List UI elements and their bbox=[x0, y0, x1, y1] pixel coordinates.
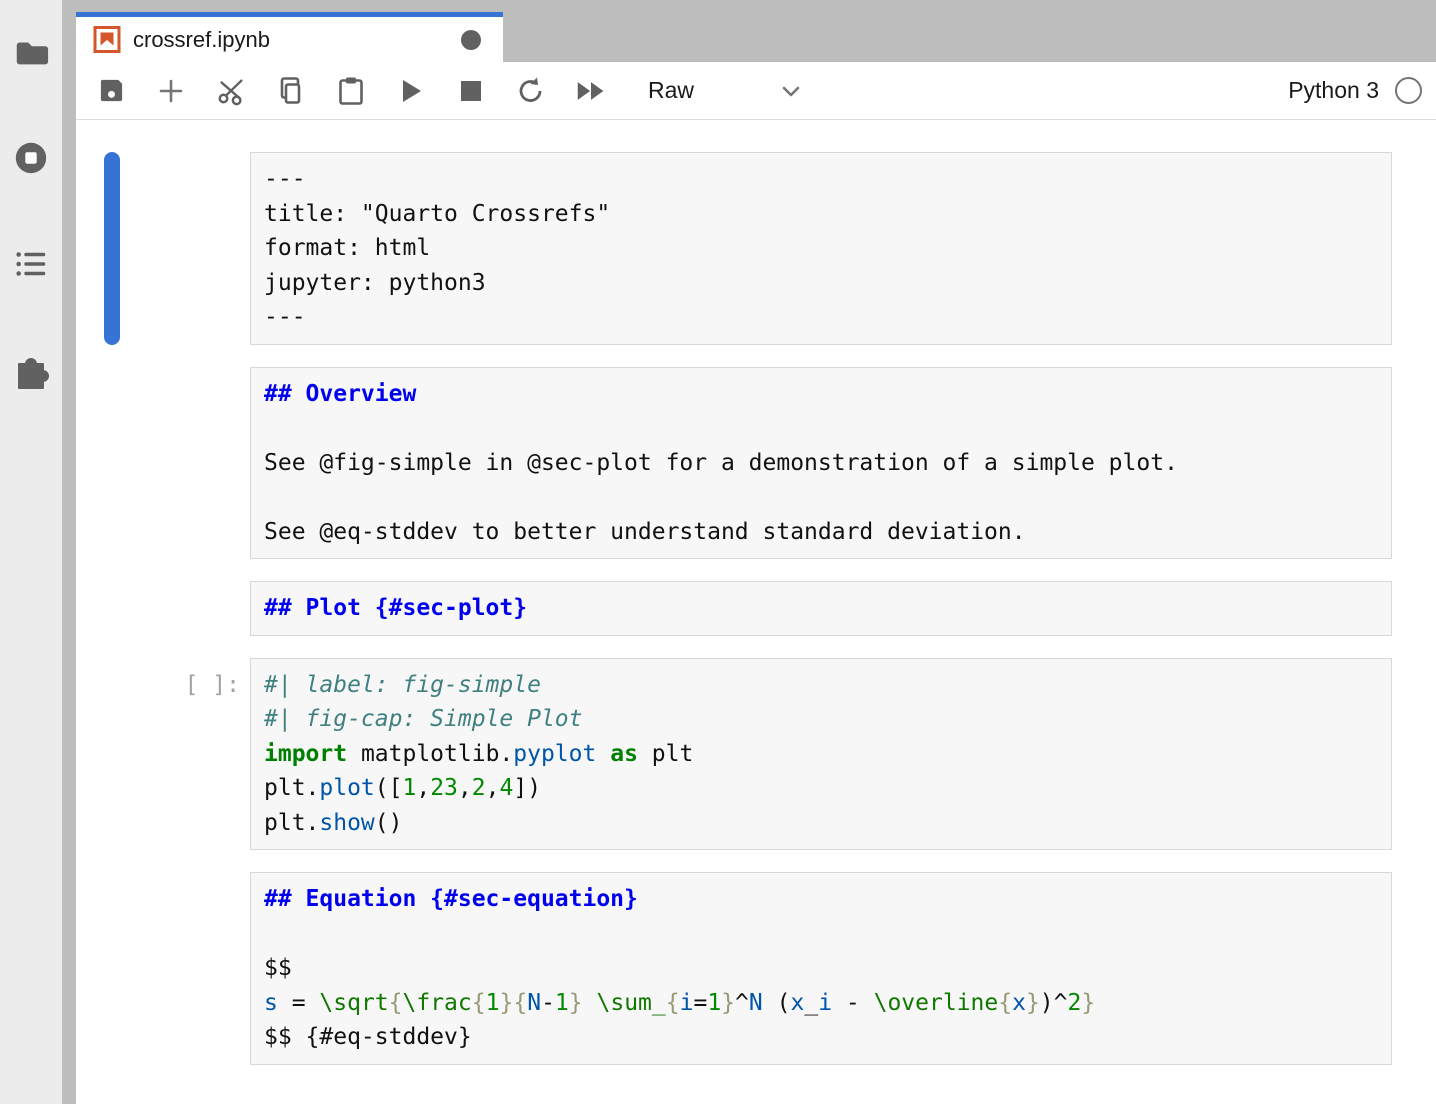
cell-collapser[interactable] bbox=[104, 658, 120, 851]
scissors-icon bbox=[216, 75, 246, 107]
cell-type-dropdown[interactable]: Raw bbox=[648, 77, 803, 104]
save-button[interactable] bbox=[96, 74, 126, 108]
notebook-icon bbox=[93, 25, 121, 54]
cell-editor[interactable]: ## Overview See @fig-simple in @sec-plot… bbox=[250, 367, 1392, 560]
cell-collapser[interactable] bbox=[104, 367, 120, 560]
cell-collapser[interactable] bbox=[104, 581, 120, 636]
sidebar-item-running-kernels[interactable] bbox=[11, 138, 51, 178]
cell-collapser[interactable] bbox=[104, 872, 120, 1065]
execution-prompt: [ ]: bbox=[120, 658, 250, 851]
sidebar-item-extension-manager[interactable] bbox=[11, 350, 51, 390]
fast-forward-icon bbox=[576, 79, 606, 103]
kernel-name[interactable]: Python 3 bbox=[1288, 77, 1379, 104]
cell-editor[interactable]: ## Equation {#sec-equation} $$s = \sqrt{… bbox=[250, 872, 1392, 1065]
dock-tab-bar: crossref.ipynb bbox=[76, 0, 1436, 62]
execution-prompt bbox=[120, 152, 250, 345]
cell-type-value: Raw bbox=[648, 77, 694, 104]
cut-cells-button[interactable] bbox=[216, 74, 246, 108]
cell-editor[interactable]: #| label: fig-simple#| fig-cap: Simple P… bbox=[250, 658, 1392, 851]
list-icon bbox=[12, 245, 50, 283]
insert-cell-button[interactable] bbox=[156, 74, 186, 108]
tab-crossref-ipynb[interactable]: crossref.ipynb bbox=[76, 12, 503, 62]
restart-kernel-button[interactable] bbox=[516, 74, 546, 108]
chevron-down-icon bbox=[779, 79, 803, 103]
interrupt-kernel-button[interactable] bbox=[456, 74, 486, 108]
unsaved-changes-dot[interactable] bbox=[461, 30, 481, 50]
execution-prompt bbox=[120, 872, 250, 1065]
code-cell[interactable]: [ ]:#| label: fig-simple#| fig-cap: Simp… bbox=[76, 658, 1436, 851]
tab-title: crossref.ipynb bbox=[133, 27, 461, 53]
copy-cells-button[interactable] bbox=[276, 74, 306, 108]
left-activity-bar bbox=[0, 0, 62, 1104]
puzzle-icon bbox=[11, 348, 51, 392]
markdown-cell[interactable]: ## Plot {#sec-plot} bbox=[76, 581, 1436, 636]
save-icon bbox=[98, 77, 125, 104]
notebook-cells: ---title: "Quarto Crossrefs"format: html… bbox=[76, 120, 1436, 1104]
running-icon bbox=[12, 139, 50, 177]
notebook-panel: crossref.ipynb bbox=[76, 0, 1436, 1104]
restart-run-all-button[interactable] bbox=[576, 74, 606, 108]
raw-cell[interactable]: ---title: "Quarto Crossrefs"format: html… bbox=[76, 152, 1436, 345]
notebook-toolbar: Raw Python 3 bbox=[76, 62, 1436, 120]
copy-icon bbox=[276, 76, 306, 106]
sidebar-item-file-browser[interactable] bbox=[11, 32, 51, 72]
restart-icon bbox=[516, 76, 546, 106]
paste-icon bbox=[337, 76, 365, 106]
kernel-area: Python 3 bbox=[1288, 77, 1436, 104]
cell-collapser[interactable] bbox=[104, 152, 120, 345]
run-cell-button[interactable] bbox=[396, 74, 426, 108]
execution-prompt bbox=[120, 367, 250, 560]
execution-prompt bbox=[120, 581, 250, 636]
paste-cells-button[interactable] bbox=[336, 74, 366, 108]
sidebar-divider bbox=[62, 0, 76, 1104]
sidebar-item-table-of-contents[interactable] bbox=[11, 244, 51, 284]
folder-icon bbox=[12, 33, 50, 71]
stop-icon bbox=[459, 79, 483, 103]
kernel-status-icon bbox=[1395, 77, 1422, 104]
play-icon bbox=[399, 78, 423, 104]
cell-editor[interactable]: ## Plot {#sec-plot} bbox=[250, 581, 1392, 636]
plus-icon bbox=[157, 77, 185, 105]
markdown-cell[interactable]: ## Equation {#sec-equation} $$s = \sqrt{… bbox=[76, 872, 1436, 1065]
cell-editor[interactable]: ---title: "Quarto Crossrefs"format: html… bbox=[250, 152, 1392, 345]
markdown-cell[interactable]: ## Overview See @fig-simple in @sec-plot… bbox=[76, 367, 1436, 560]
